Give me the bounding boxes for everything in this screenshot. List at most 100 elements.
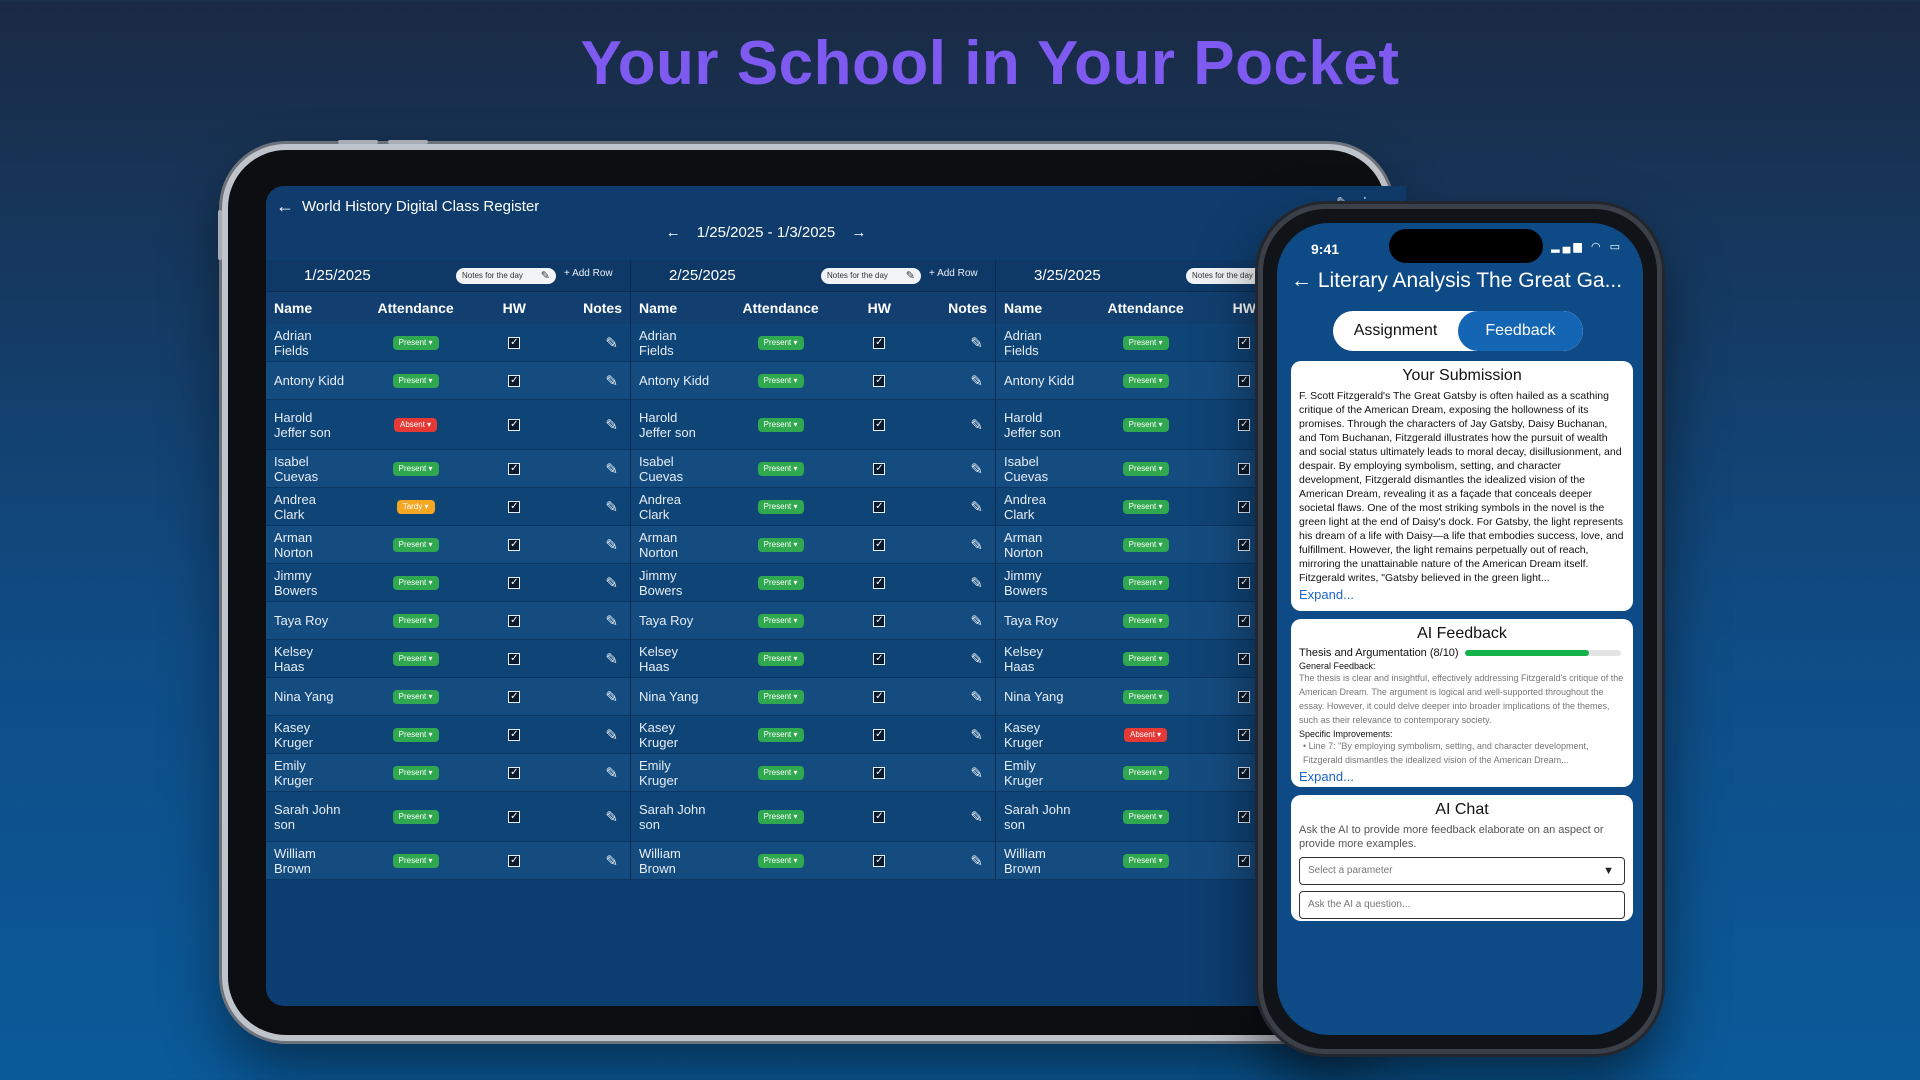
edit-note-icon[interactable]: ✎ bbox=[908, 372, 995, 390]
edit-note-icon[interactable]: ✎ bbox=[543, 688, 630, 706]
homework-checkbox[interactable]: ✓ bbox=[873, 336, 886, 349]
homework-checkbox[interactable]: ✓ bbox=[508, 690, 521, 703]
edit-note-icon[interactable]: ✎ bbox=[908, 808, 995, 826]
homework-checkbox[interactable]: ✓ bbox=[1238, 576, 1251, 589]
edit-note-icon[interactable]: ✎ bbox=[543, 372, 630, 390]
homework-checkbox[interactable]: ✓ bbox=[1238, 690, 1251, 703]
homework-checkbox[interactable]: ✓ bbox=[873, 462, 886, 475]
attendance-dropdown[interactable]: Tardy bbox=[396, 499, 435, 514]
edit-note-icon[interactable]: ✎ bbox=[543, 650, 630, 668]
attendance-dropdown[interactable]: Present bbox=[392, 689, 439, 704]
attendance-dropdown[interactable]: Present bbox=[392, 651, 439, 666]
attendance-dropdown[interactable]: Present bbox=[757, 373, 804, 388]
attendance-dropdown[interactable]: Present bbox=[1122, 461, 1169, 476]
homework-checkbox[interactable]: ✓ bbox=[873, 538, 886, 551]
edit-note-icon[interactable]: ✎ bbox=[543, 726, 630, 744]
add-row-button[interactable]: + Add Row bbox=[929, 268, 978, 279]
edit-note-icon[interactable]: ✎ bbox=[543, 498, 630, 516]
attendance-dropdown[interactable]: Present bbox=[1122, 575, 1169, 590]
homework-checkbox[interactable]: ✓ bbox=[508, 576, 521, 589]
homework-checkbox[interactable]: ✓ bbox=[873, 500, 886, 513]
feedback-expand-link[interactable]: Expand... bbox=[1299, 769, 1625, 784]
tab-assignment[interactable]: Assignment bbox=[1333, 311, 1458, 351]
homework-checkbox[interactable]: ✓ bbox=[508, 500, 521, 513]
homework-checkbox[interactable]: ✓ bbox=[1238, 854, 1251, 867]
attendance-dropdown[interactable]: Present bbox=[1122, 335, 1169, 350]
homework-checkbox[interactable]: ✓ bbox=[873, 576, 886, 589]
next-range-icon[interactable]: → bbox=[851, 224, 866, 241]
attendance-dropdown[interactable]: Present bbox=[1122, 651, 1169, 666]
edit-note-icon[interactable]: ✎ bbox=[543, 612, 630, 630]
homework-checkbox[interactable]: ✓ bbox=[1238, 462, 1251, 475]
attendance-dropdown[interactable]: Present bbox=[757, 765, 804, 780]
homework-checkbox[interactable]: ✓ bbox=[1238, 538, 1251, 551]
attendance-dropdown[interactable]: Present bbox=[1122, 689, 1169, 704]
homework-checkbox[interactable]: ✓ bbox=[508, 538, 521, 551]
attendance-dropdown[interactable]: Present bbox=[392, 575, 439, 590]
edit-note-icon[interactable]: ✎ bbox=[543, 416, 630, 434]
homework-checkbox[interactable]: ✓ bbox=[1238, 418, 1251, 431]
prev-range-icon[interactable]: ← bbox=[666, 224, 681, 241]
attendance-dropdown[interactable]: Present bbox=[392, 461, 439, 476]
homework-checkbox[interactable]: ✓ bbox=[508, 462, 521, 475]
homework-checkbox[interactable]: ✓ bbox=[873, 418, 886, 431]
notes-for-day-button[interactable]: Notes for the day ✎ bbox=[456, 268, 556, 284]
attendance-dropdown[interactable]: Present bbox=[1122, 613, 1169, 628]
attendance-dropdown[interactable]: Present bbox=[1122, 499, 1169, 514]
edit-note-icon[interactable]: ✎ bbox=[908, 612, 995, 630]
edit-note-icon[interactable]: ✎ bbox=[908, 764, 995, 782]
homework-checkbox[interactable]: ✓ bbox=[873, 690, 886, 703]
attendance-dropdown[interactable]: Present bbox=[1122, 853, 1169, 868]
homework-checkbox[interactable]: ✓ bbox=[508, 766, 521, 779]
edit-note-icon[interactable]: ✎ bbox=[908, 726, 995, 744]
edit-note-icon[interactable]: ✎ bbox=[543, 334, 630, 352]
attendance-dropdown[interactable]: Present bbox=[392, 727, 439, 742]
attendance-dropdown[interactable]: Present bbox=[757, 809, 804, 824]
edit-note-icon[interactable]: ✎ bbox=[543, 536, 630, 554]
parameter-select[interactable]: Select a parameter ▼ bbox=[1299, 857, 1625, 885]
attendance-dropdown[interactable]: Present bbox=[757, 727, 804, 742]
edit-note-icon[interactable]: ✎ bbox=[543, 808, 630, 826]
attendance-dropdown[interactable]: Absent bbox=[1124, 727, 1168, 742]
homework-checkbox[interactable]: ✓ bbox=[508, 854, 521, 867]
attendance-dropdown[interactable]: Present bbox=[757, 853, 804, 868]
attendance-dropdown[interactable]: Present bbox=[392, 613, 439, 628]
homework-checkbox[interactable]: ✓ bbox=[508, 728, 521, 741]
notes-for-day-button[interactable]: Notes for the day ✎ bbox=[821, 268, 921, 284]
attendance-dropdown[interactable]: Absent bbox=[394, 417, 438, 432]
homework-checkbox[interactable]: ✓ bbox=[508, 614, 521, 627]
homework-checkbox[interactable]: ✓ bbox=[1238, 614, 1251, 627]
edit-note-icon[interactable]: ✎ bbox=[543, 852, 630, 870]
attendance-dropdown[interactable]: Present bbox=[1122, 417, 1169, 432]
homework-checkbox[interactable]: ✓ bbox=[873, 652, 886, 665]
attendance-dropdown[interactable]: Present bbox=[757, 335, 804, 350]
homework-checkbox[interactable]: ✓ bbox=[873, 728, 886, 741]
attendance-dropdown[interactable]: Present bbox=[1122, 373, 1169, 388]
tab-feedback[interactable]: Feedback bbox=[1458, 311, 1583, 351]
edit-note-icon[interactable]: ✎ bbox=[908, 334, 995, 352]
submission-expand-link[interactable]: Expand... bbox=[1299, 587, 1625, 602]
edit-note-icon[interactable]: ✎ bbox=[908, 688, 995, 706]
attendance-dropdown[interactable]: Present bbox=[392, 809, 439, 824]
attendance-dropdown[interactable]: Present bbox=[757, 613, 804, 628]
edit-note-icon[interactable]: ✎ bbox=[908, 574, 995, 592]
back-arrow-icon[interactable]: ← bbox=[276, 196, 294, 217]
attendance-dropdown[interactable]: Present bbox=[757, 499, 804, 514]
homework-checkbox[interactable]: ✓ bbox=[873, 614, 886, 627]
edit-note-icon[interactable]: ✎ bbox=[908, 416, 995, 434]
homework-checkbox[interactable]: ✓ bbox=[1238, 374, 1251, 387]
homework-checkbox[interactable]: ✓ bbox=[1238, 652, 1251, 665]
attendance-dropdown[interactable]: Present bbox=[1122, 765, 1169, 780]
attendance-dropdown[interactable]: Present bbox=[757, 651, 804, 666]
edit-note-icon[interactable]: ✎ bbox=[908, 498, 995, 516]
attendance-dropdown[interactable]: Present bbox=[392, 853, 439, 868]
homework-checkbox[interactable]: ✓ bbox=[873, 810, 886, 823]
attendance-dropdown[interactable]: Present bbox=[392, 335, 439, 350]
add-row-button[interactable]: + Add Row bbox=[564, 268, 613, 279]
homework-checkbox[interactable]: ✓ bbox=[1238, 336, 1251, 349]
attendance-dropdown[interactable]: Present bbox=[392, 373, 439, 388]
homework-checkbox[interactable]: ✓ bbox=[508, 374, 521, 387]
edit-note-icon[interactable]: ✎ bbox=[543, 574, 630, 592]
attendance-dropdown[interactable]: Present bbox=[757, 461, 804, 476]
attendance-dropdown[interactable]: Present bbox=[1122, 537, 1169, 552]
